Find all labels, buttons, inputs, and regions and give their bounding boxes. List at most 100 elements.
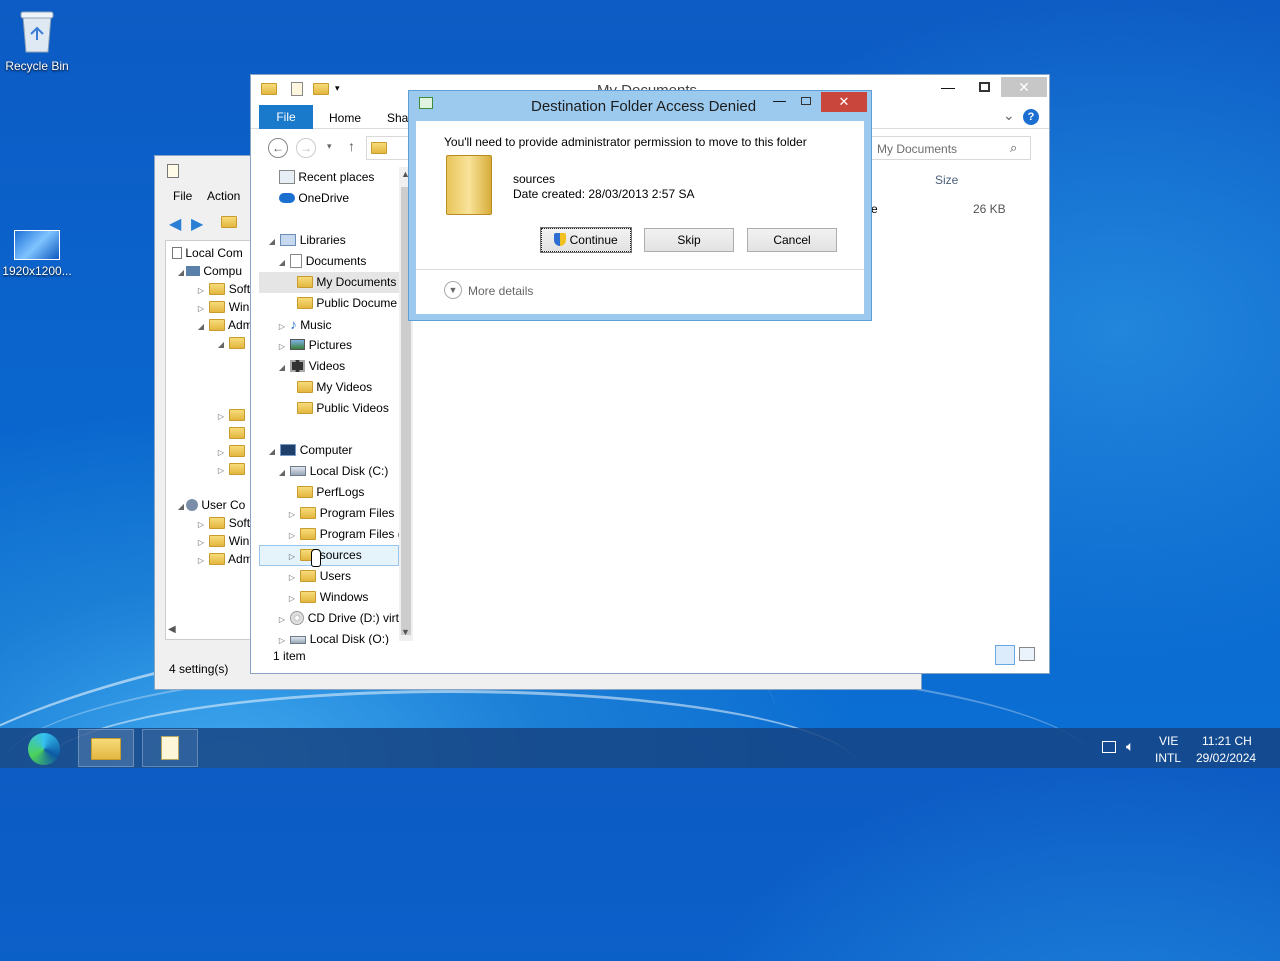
edge-icon[interactable] bbox=[28, 733, 60, 765]
mouse-cursor-icon bbox=[311, 549, 321, 567]
tree-computer-config[interactable]: Compu bbox=[203, 264, 242, 278]
folder-icon bbox=[297, 402, 313, 414]
nav-computer[interactable]: Computer bbox=[300, 443, 353, 457]
tree-admin-2[interactable]: Adm bbox=[228, 552, 250, 566]
tree-local-computer[interactable]: Local Com bbox=[185, 246, 242, 260]
taskbar-explorer-button[interactable] bbox=[78, 729, 134, 767]
up-icon[interactable]: ↑ bbox=[348, 138, 355, 154]
policy-status-bar: 4 setting(s) bbox=[169, 662, 229, 676]
nav-documents[interactable]: Documents bbox=[306, 254, 367, 268]
nav-libraries[interactable]: Libraries bbox=[300, 233, 346, 247]
nav-sources[interactable]: sources bbox=[320, 548, 362, 562]
nav-my-documents[interactable]: My Documents bbox=[316, 275, 396, 289]
wallpaper-file[interactable]: 1920x1200... bbox=[0, 230, 74, 278]
skip-button[interactable]: Skip bbox=[644, 228, 734, 252]
nav-my-videos[interactable]: My Videos bbox=[316, 380, 372, 394]
dialog-close-button[interactable]: ✕ bbox=[821, 92, 867, 112]
column-header-size[interactable]: Size bbox=[935, 173, 958, 187]
nav-pictures[interactable]: Pictures bbox=[309, 338, 352, 352]
tree-user-config[interactable]: User Co bbox=[201, 498, 245, 512]
menu-action[interactable]: Action bbox=[207, 189, 240, 203]
chevron-down-icon[interactable]: ▼ bbox=[444, 281, 462, 299]
clock-time[interactable]: 11:21 CH bbox=[1202, 734, 1252, 748]
folder-icon bbox=[209, 283, 226, 295]
libraries-icon bbox=[280, 234, 297, 246]
folder-icon bbox=[229, 463, 246, 475]
dialog-divider bbox=[416, 269, 864, 270]
nav-local-disk-c[interactable]: Local Disk (C:) bbox=[310, 464, 389, 478]
tab-home[interactable]: Home bbox=[329, 111, 361, 125]
scroll-left-arrow[interactable]: ◀ bbox=[168, 624, 176, 635]
help-icon[interactable]: ? bbox=[1023, 109, 1039, 125]
nav-users[interactable]: Users bbox=[320, 569, 351, 583]
scroll-down-arrow[interactable]: ▼ bbox=[401, 627, 410, 637]
notepad-icon bbox=[161, 736, 179, 760]
nav-public-videos[interactable]: Public Videos bbox=[316, 401, 389, 415]
recent-locations-icon[interactable]: ▾ bbox=[327, 141, 332, 152]
continue-button[interactable]: Continue bbox=[540, 227, 632, 253]
nav-program-files-x86[interactable]: Program Files ( bbox=[320, 527, 402, 541]
clock-date[interactable]: 29/02/2024 bbox=[1196, 751, 1256, 765]
nav-windows[interactable]: Windows bbox=[320, 590, 369, 604]
policy-editor-title-icon bbox=[167, 164, 179, 178]
ribbon-expand-icon[interactable]: ⌄ bbox=[1003, 107, 1015, 124]
tree-software-2[interactable]: Soft bbox=[229, 516, 250, 530]
tree-admin[interactable]: Adm bbox=[228, 318, 250, 332]
network-icon[interactable] bbox=[1102, 741, 1116, 753]
folder-date-created: Date created: 28/03/2013 2:57 SA bbox=[513, 187, 695, 201]
quick-access-dropdown-icon[interactable]: ▾ bbox=[335, 83, 340, 94]
onedrive-icon bbox=[279, 193, 295, 203]
search-placeholder: My Documents bbox=[877, 142, 958, 156]
dialog-body: You'll need to provide administrator per… bbox=[416, 121, 864, 314]
nav-public-documents[interactable]: Public Docume bbox=[316, 296, 397, 310]
more-details-link[interactable]: More details bbox=[468, 284, 533, 298]
back-icon[interactable]: ← bbox=[268, 138, 288, 158]
new-folder-icon[interactable] bbox=[313, 83, 329, 95]
policy-doc-icon bbox=[172, 247, 182, 259]
tree-windows-2[interactable]: Win bbox=[229, 534, 250, 548]
taskbar-policy-button[interactable] bbox=[142, 729, 198, 767]
volume-icon[interactable]: 🔈︎ bbox=[1126, 738, 1134, 755]
taskbar: 🔈︎ VIE INTL 11:21 CH 29/02/2024 bbox=[0, 728, 1280, 768]
nav-recent-places[interactable]: Recent places bbox=[298, 170, 374, 184]
nav-cd-drive[interactable]: CD Drive (D:) virt bbox=[308, 611, 399, 625]
minimize-button[interactable]: — bbox=[941, 79, 955, 95]
nav-onedrive[interactable]: OneDrive bbox=[298, 191, 349, 205]
nav-local-disk-o[interactable]: Local Disk (O:) bbox=[310, 632, 389, 645]
large-icons-view-icon[interactable] bbox=[1019, 647, 1035, 661]
cancel-button[interactable]: Cancel bbox=[747, 228, 837, 252]
nav-music[interactable]: Music bbox=[300, 318, 331, 332]
maximize-button[interactable] bbox=[979, 82, 990, 92]
tab-file[interactable]: File bbox=[259, 105, 313, 129]
recycle-bin[interactable]: Recycle Bin bbox=[0, 8, 74, 73]
folder-icon bbox=[209, 319, 226, 331]
nav-perflogs[interactable]: PerfLogs bbox=[316, 485, 364, 499]
nav-program-files[interactable]: Program Files bbox=[320, 506, 395, 520]
keyboard-layout[interactable]: INTL bbox=[1155, 751, 1181, 765]
forward-arrow-icon[interactable]: ▶ bbox=[191, 214, 203, 234]
recent-places-icon bbox=[279, 170, 295, 184]
menu-file[interactable]: File bbox=[173, 189, 192, 203]
properties-icon[interactable] bbox=[291, 82, 303, 96]
close-button[interactable]: ✕ bbox=[1001, 77, 1047, 97]
documents-icon bbox=[290, 254, 303, 268]
details-view-icon[interactable] bbox=[995, 645, 1015, 665]
search-icon[interactable]: ⌕ bbox=[1010, 140, 1017, 156]
tree-windows[interactable]: Win bbox=[229, 300, 250, 314]
dialog-maximize-button[interactable] bbox=[801, 97, 811, 105]
tree-software[interactable]: Soft bbox=[229, 282, 250, 296]
search-box[interactable]: My Documents ⌕ bbox=[871, 136, 1031, 160]
forward-icon[interactable]: → bbox=[296, 138, 316, 158]
language-indicator[interactable]: VIE bbox=[1159, 734, 1178, 748]
back-arrow-icon[interactable]: ◀ bbox=[169, 214, 181, 234]
nav-videos[interactable]: Videos bbox=[309, 359, 345, 373]
continue-label: Continue bbox=[569, 233, 618, 247]
computer-icon bbox=[186, 266, 200, 276]
videos-icon bbox=[290, 360, 306, 372]
drive-icon bbox=[290, 466, 307, 476]
access-denied-dialog[interactable]: Destination Folder Access Denied — ✕ You… bbox=[408, 90, 872, 321]
drive-icon bbox=[290, 636, 307, 644]
up-folder-icon[interactable] bbox=[221, 216, 237, 228]
folder-icon bbox=[300, 570, 317, 582]
dialog-minimize-button[interactable]: — bbox=[773, 93, 786, 108]
